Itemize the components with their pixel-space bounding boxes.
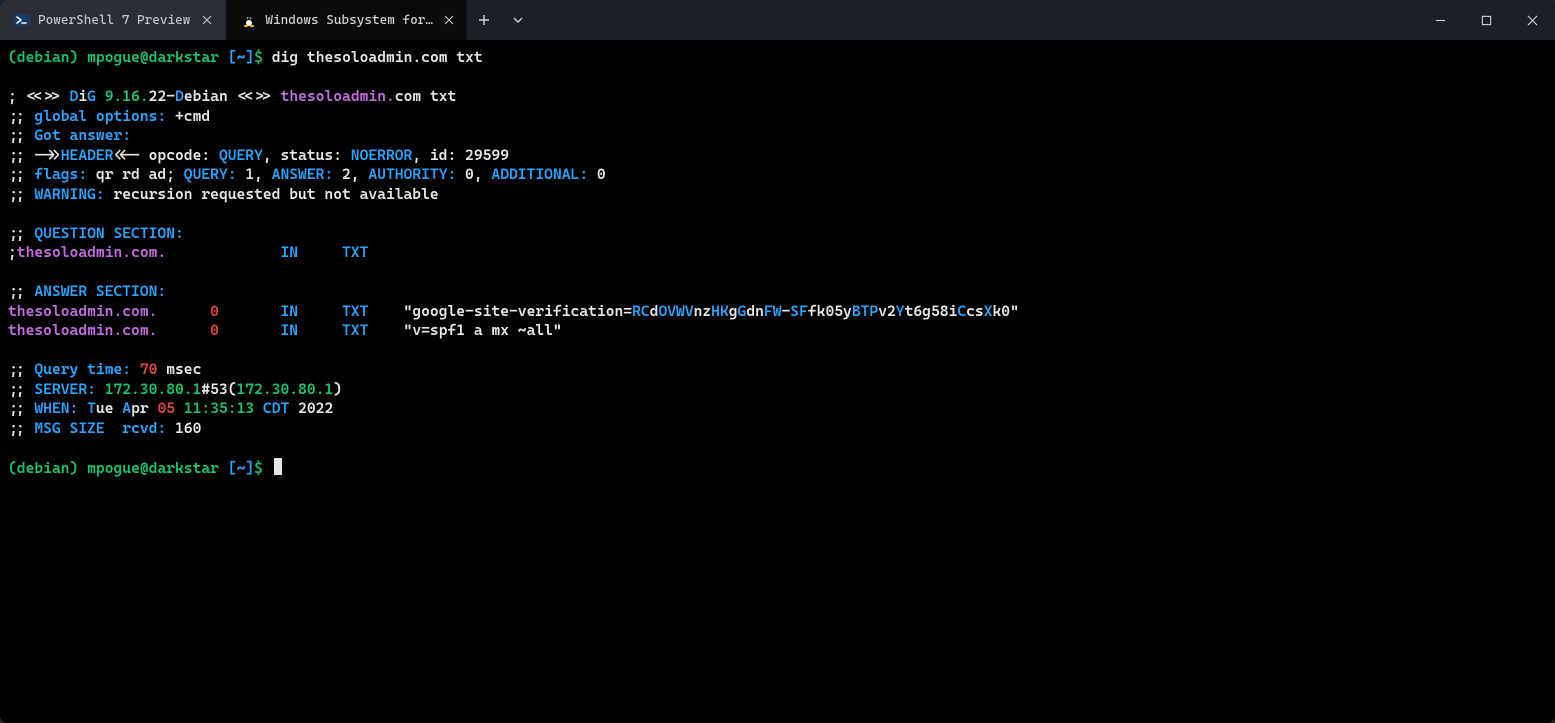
tab-label: PowerShell 7 Preview bbox=[38, 13, 190, 28]
command-text: dig thesoloadmin.com txt bbox=[272, 48, 483, 66]
minimize-button[interactable] bbox=[1417, 0, 1463, 40]
tux-icon bbox=[241, 12, 257, 28]
dig-flags: ;; flags: qr rd ad; QUERY: 1, ANSWER: 2,… bbox=[8, 165, 606, 183]
dig-query-time: ;; Query time: 70 msec bbox=[8, 360, 201, 378]
prompt-line: (debian) mpogue@darkstar [~]$ bbox=[8, 48, 263, 66]
close-icon bbox=[444, 15, 454, 25]
dig-server: ;; SERVER: 172.30.80.1#53(172.30.80.1) bbox=[8, 380, 342, 398]
prompt-line-2: (debian) mpogue@darkstar [~]$ bbox=[8, 459, 263, 477]
dig-answer-2: thesoloadmin.com. 0 IN TXT "v=spf1 a mx … bbox=[8, 321, 562, 339]
close-window-button[interactable] bbox=[1509, 0, 1555, 40]
dig-when: ;; WHEN: Tue Apr 05 11:35:13 CDT 2022 bbox=[8, 399, 333, 417]
plus-icon bbox=[478, 14, 490, 26]
close-icon bbox=[1527, 15, 1538, 26]
dig-opts: ;; global options: +cmd bbox=[8, 107, 210, 125]
close-tab-button[interactable] bbox=[198, 11, 216, 29]
maximize-button[interactable] bbox=[1463, 0, 1509, 40]
titlebar-actions bbox=[467, 0, 535, 40]
tab-dropdown-button[interactable] bbox=[501, 0, 535, 40]
new-tab-button[interactable] bbox=[467, 0, 501, 40]
dig-question-header: ;; QUESTION SECTION: bbox=[8, 224, 184, 242]
tab-powershell[interactable]: PowerShell 7 Preview bbox=[0, 0, 227, 40]
dig-msg-size: ;; MSG SIZE rcvd: 160 bbox=[8, 419, 201, 437]
minimize-icon bbox=[1435, 15, 1446, 26]
title-drag-region[interactable] bbox=[535, 0, 1417, 40]
tab-label: Windows Subsystem for Linux P bbox=[265, 13, 434, 28]
dig-answer-header: ;; ANSWER SECTION: bbox=[8, 282, 166, 300]
window-controls bbox=[1417, 0, 1555, 40]
chevron-down-icon bbox=[512, 14, 524, 26]
close-icon bbox=[202, 15, 212, 25]
maximize-icon bbox=[1481, 15, 1492, 26]
text-cursor bbox=[274, 458, 282, 475]
title-bar[interactable]: PowerShell 7 Preview bbox=[0, 0, 1555, 40]
dig-question: ;thesoloadmin.com. IN TXT bbox=[8, 243, 368, 261]
tab-strip: PowerShell 7 Preview bbox=[0, 0, 467, 40]
tab-wsl[interactable]: Windows Subsystem for Linux P bbox=[227, 0, 467, 40]
dig-banner: ; <<>> DiG 9.16.22-Debian <<>> thesoload… bbox=[8, 87, 456, 105]
dig-warning: ;; WARNING: recursion requested but not … bbox=[8, 185, 439, 203]
powershell-icon bbox=[14, 12, 30, 28]
terminal-window: PowerShell 7 Preview bbox=[0, 0, 1555, 723]
terminal-body[interactable]: (debian) mpogue@darkstar [~]$ dig thesol… bbox=[0, 40, 1555, 723]
dig-header: ;; ->>HEADER<<- opcode: QUERY, status: N… bbox=[8, 146, 509, 164]
dig-got: ;; Got answer: bbox=[8, 126, 131, 144]
dig-answer-1: thesoloadmin.com. 0 IN TXT "google-site-… bbox=[8, 302, 1019, 320]
close-tab-button[interactable] bbox=[443, 11, 457, 29]
